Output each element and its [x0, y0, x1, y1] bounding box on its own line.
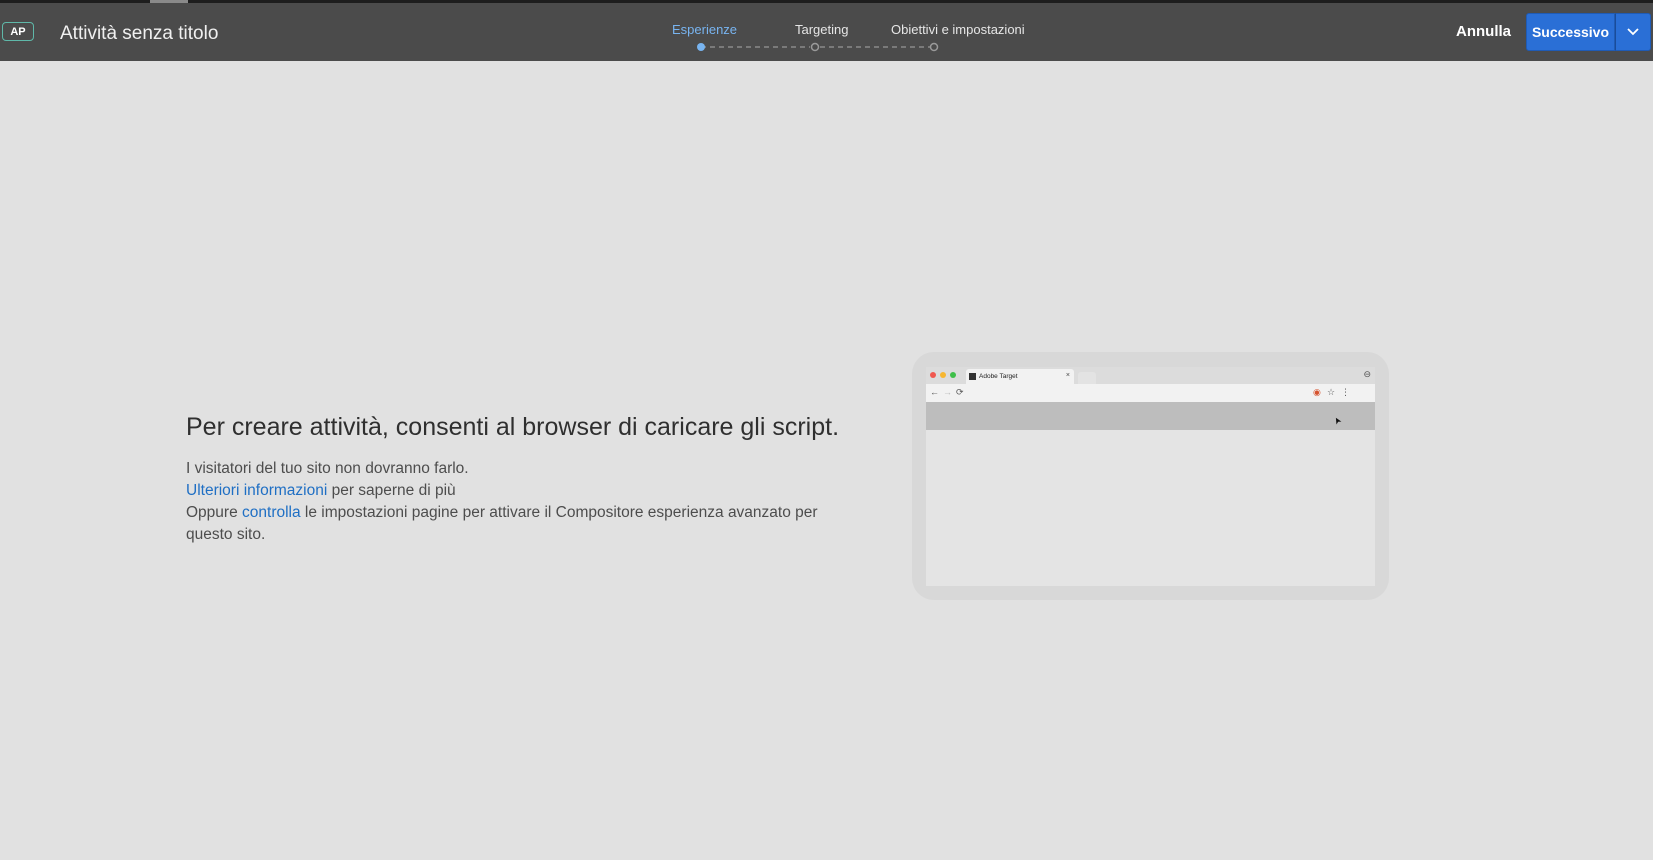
- step-obiettivi-impostazioni[interactable]: Obiettivi e impostazioni: [891, 22, 1025, 37]
- user-profile-icon: ⊖: [1363, 369, 1371, 379]
- check-settings-link[interactable]: controlla: [242, 504, 301, 521]
- new-tab-shape: [1078, 372, 1096, 384]
- next-dropdown-button[interactable]: [1615, 13, 1651, 51]
- chevron-down-icon: [1627, 28, 1639, 36]
- extension-icon: ◉: [1313, 387, 1321, 397]
- cancel-button[interactable]: Annulla: [1456, 23, 1511, 40]
- next-button[interactable]: Successivo: [1526, 13, 1615, 51]
- maximize-dot-icon: [950, 372, 956, 378]
- browser-tab-strip: Adobe Target × ⊖: [926, 367, 1375, 384]
- forward-arrow-icon: →: [943, 387, 952, 397]
- learn-more-link[interactable]: Ulteriori informazioni: [186, 482, 327, 499]
- step-esperienze[interactable]: Esperienze: [672, 22, 737, 37]
- browser-window: Adobe Target × ⊖ ← → ⟳ ◉ ☆ ⋮ ➤: [926, 367, 1375, 586]
- reload-icon: ⟳: [956, 387, 964, 397]
- minimize-dot-icon: [940, 372, 946, 378]
- browser-illustration: Adobe Target × ⊖ ← → ⟳ ◉ ☆ ⋮ ➤: [912, 352, 1389, 600]
- page-heading: Per creare attività, consenti al browser…: [186, 413, 840, 441]
- extension-bar: [926, 402, 1375, 430]
- browser-tab: Adobe Target ×: [966, 369, 1074, 384]
- close-dot-icon: [930, 372, 936, 378]
- step-dot-obiettivi: [929, 42, 939, 52]
- favicon-icon: [969, 373, 976, 380]
- step-dot-esperienze: [697, 43, 705, 51]
- workflow-steps: Esperienze Targeting Obiettivi e imposta…: [660, 19, 1030, 55]
- browser-toolbar: ← → ⟳ ◉ ☆ ⋮: [926, 384, 1375, 402]
- activity-type-badge: AP: [2, 22, 34, 41]
- browser-tab-title: Adobe Target: [979, 373, 1018, 380]
- instructions: I visitatori del tuo sito non dovranno f…: [186, 458, 836, 546]
- learn-more-line: Ulteriori informazioni per saperne di pi…: [186, 480, 836, 502]
- settings-line: Oppure controlla le impostazioni pagine …: [186, 502, 836, 546]
- tab-close-icon: ×: [1065, 372, 1070, 379]
- step-targeting[interactable]: Targeting: [795, 22, 848, 37]
- back-arrow-icon: ←: [930, 387, 939, 397]
- activity-title[interactable]: Attività senza titolo: [60, 23, 218, 45]
- learn-more-suffix: per saperne di più: [327, 482, 456, 499]
- star-icon: ☆: [1327, 387, 1336, 397]
- settings-prefix: Oppure: [186, 504, 243, 521]
- activity-header: AP Attività senza titolo Esperienze Targ…: [0, 3, 1653, 61]
- visitors-note: I visitatori del tuo sito non dovranno f…: [186, 460, 469, 477]
- kebab-menu-icon: ⋮: [1341, 387, 1350, 397]
- step-dot-targeting: [810, 42, 820, 52]
